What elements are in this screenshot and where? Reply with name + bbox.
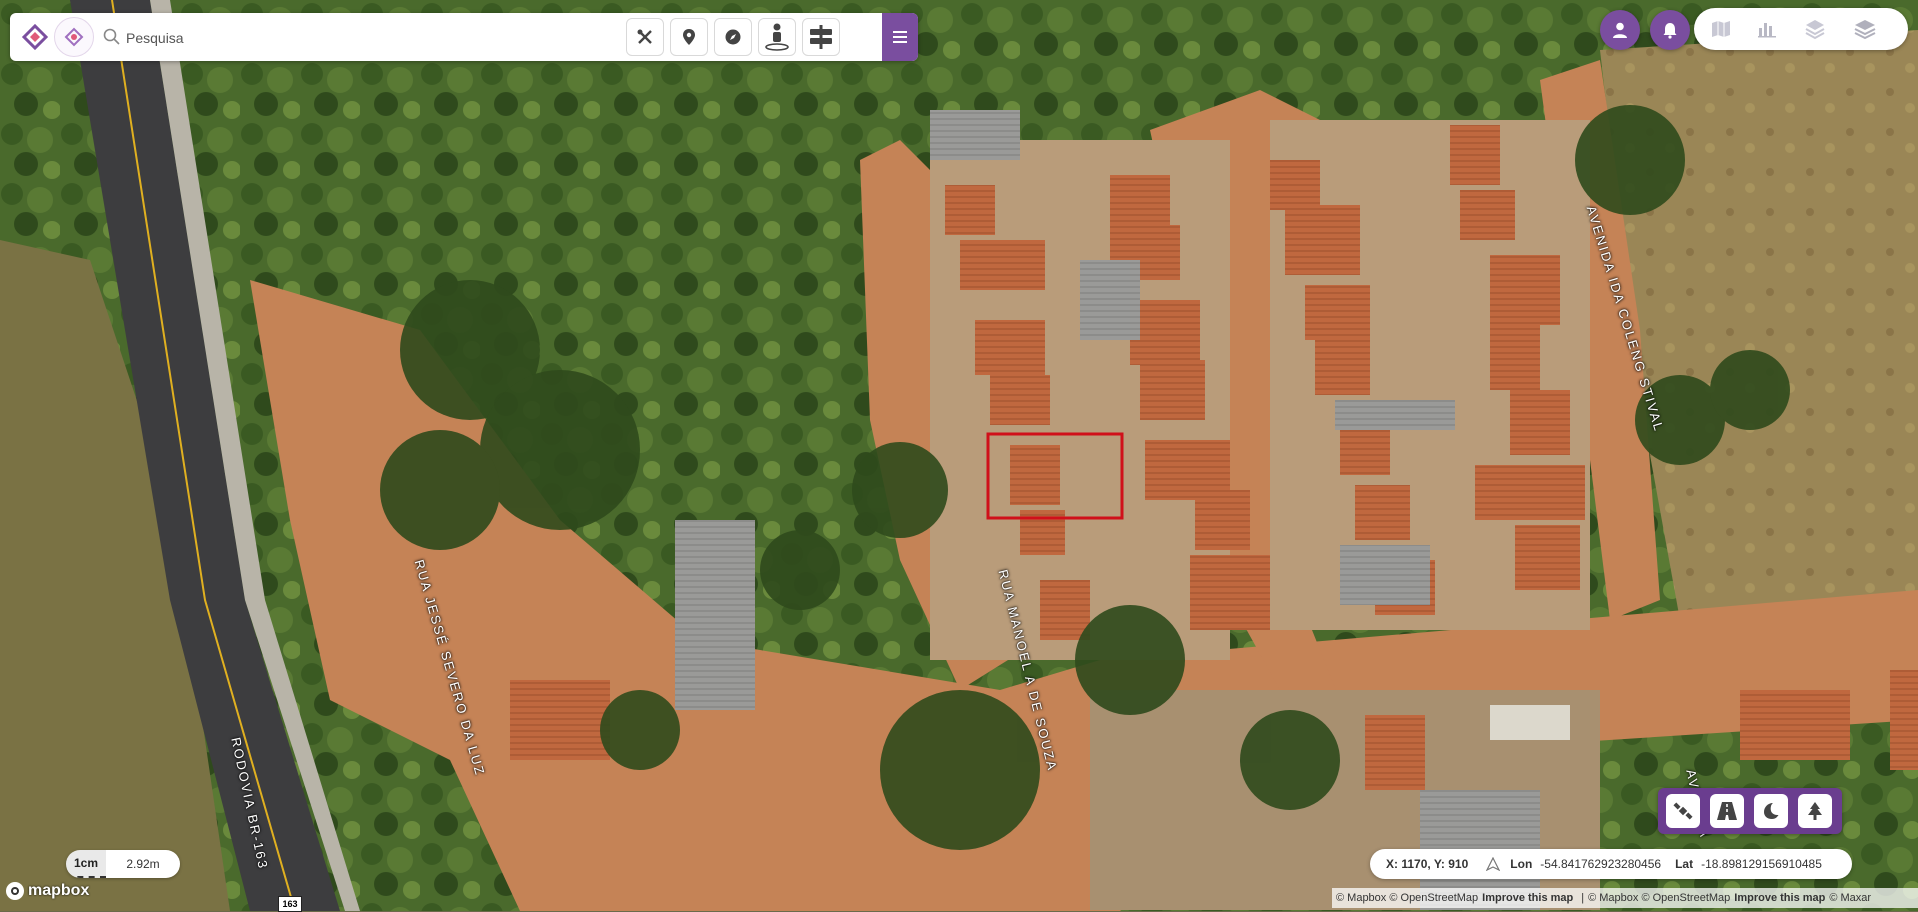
logo-icon — [21, 23, 49, 51]
user-icon — [1613, 22, 1627, 38]
app-logo[interactable] — [14, 17, 94, 57]
logo-mark-icon — [64, 27, 84, 47]
mapbox-logo-text: mapbox — [28, 882, 90, 899]
coordinates-display: X: 1170, Y: 910 Lon -54.841762923280456 … — [1370, 849, 1852, 879]
compass-icon — [725, 29, 741, 45]
attribution-text-1: © Mapbox © OpenStreetMap — [1336, 892, 1479, 904]
map-icon — [1712, 21, 1730, 37]
map-style-toolbar — [1658, 788, 1842, 834]
bell-icon — [1663, 23, 1677, 39]
road-icon — [1717, 802, 1737, 820]
scale-bar: 1cm 2.92m — [66, 850, 180, 878]
menu-button[interactable] — [882, 13, 918, 61]
lat-label: Lat — [1675, 857, 1694, 871]
map-layer-button[interactable] — [1708, 16, 1734, 42]
stack-button[interactable] — [1852, 16, 1878, 42]
scale-unit: 1cm — [66, 850, 106, 878]
moon-icon — [1764, 803, 1779, 819]
chart-icon — [1758, 23, 1776, 38]
mapbox-logo-icon — [6, 882, 24, 900]
improve-map-link-2[interactable]: Improve this map — [1734, 892, 1825, 904]
logo-badge — [54, 17, 94, 57]
search-input[interactable] — [124, 23, 608, 53]
notifications-button[interactable] — [1650, 10, 1690, 50]
improve-map-link-1[interactable]: Improve this map — [1482, 892, 1573, 904]
lon-value: -54.841762923280456 — [1540, 857, 1662, 871]
pixel-coords: X: 1170, Y: 910 — [1386, 857, 1469, 871]
user-button[interactable] — [1600, 10, 1640, 50]
hamburger-menu-icon — [893, 31, 907, 43]
attribution-text-2: © Mapbox © OpenStreetMap — [1588, 892, 1731, 904]
navigation-icon — [1486, 857, 1501, 871]
satellite-map[interactable] — [0, 0, 1918, 911]
street-view-button[interactable] — [758, 18, 796, 56]
stack-icon — [1854, 20, 1876, 40]
location-pin-button[interactable] — [670, 18, 708, 56]
compass-button[interactable] — [714, 18, 752, 56]
signpost-button[interactable] — [802, 18, 840, 56]
signpost-icon — [810, 25, 832, 49]
road-button[interactable] — [1710, 794, 1744, 828]
search-bar — [10, 13, 918, 61]
highway-shield: 163 — [278, 896, 302, 912]
layers-button[interactable] — [1802, 16, 1828, 42]
layers-icon — [1805, 20, 1825, 40]
scale-value: 2.92m — [106, 850, 180, 878]
location-pin-icon — [683, 29, 695, 45]
night-mode-button[interactable] — [1754, 794, 1788, 828]
attribution: © Mapbox © OpenStreetMap Improve this ma… — [1332, 888, 1918, 908]
mapbox-logo[interactable]: mapbox — [6, 880, 89, 902]
search-icon — [103, 28, 120, 45]
attribution-separator: | — [1581, 892, 1585, 904]
satellite-icon — [1673, 802, 1693, 820]
tools-button[interactable] — [626, 18, 664, 56]
tools-icon — [637, 29, 652, 44]
lon-label: Lon — [1510, 857, 1533, 871]
street-view-icon — [765, 23, 789, 51]
satellite-button[interactable] — [1666, 794, 1700, 828]
maxar-attribution: © Maxar — [1829, 892, 1872, 904]
tree-icon — [1808, 802, 1822, 820]
tree-button[interactable] — [1798, 794, 1832, 828]
chart-layer-button[interactable] — [1754, 16, 1780, 42]
layer-toolbar — [1694, 8, 1908, 50]
lat-value: -18.898129156910485 — [1701, 857, 1822, 871]
